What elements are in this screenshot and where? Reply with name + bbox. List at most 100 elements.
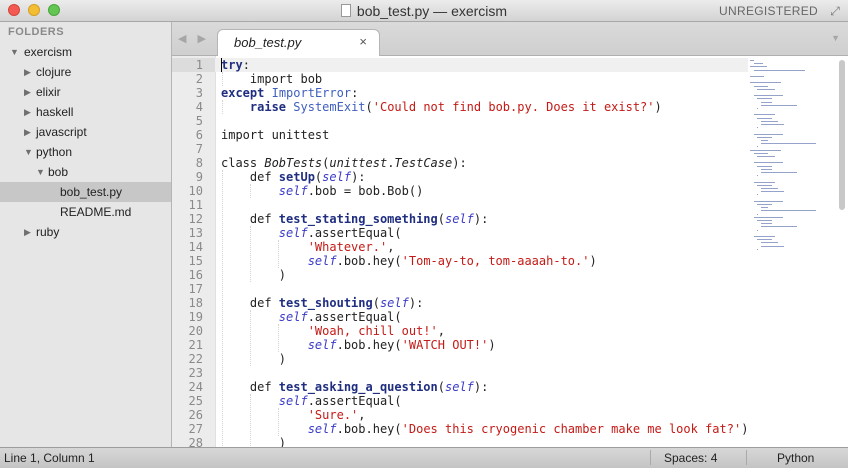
line-number: 21 (188, 338, 203, 352)
line-number: 12 (188, 212, 203, 226)
minimap-line (757, 248, 759, 250)
minimap-line (760, 120, 778, 122)
code-line[interactable]: import unittest (221, 128, 329, 142)
sidebar-item-bob[interactable]: ▼ bob (0, 162, 171, 182)
line-number: 10 (188, 184, 203, 198)
minimap-line (760, 245, 785, 247)
sidebar-item-haskell[interactable]: ▶ haskell (0, 102, 171, 122)
sidebar-item-readme[interactable]: README.md (0, 202, 171, 222)
minimap-line (757, 156, 776, 157)
minimap-line (760, 226, 797, 228)
minimap-line (750, 149, 781, 151)
line-number: 23 (188, 366, 203, 380)
sidebar-item-ruby[interactable]: ▶ ruby (0, 222, 171, 242)
disclosure-open-icon[interactable]: ▼ (36, 162, 45, 182)
minimap-line (760, 242, 778, 244)
code-line[interactable]: self.bob = bob.Bob() (221, 184, 424, 198)
fullscreen-icon[interactable]: ⤢ (828, 4, 842, 18)
minimap-line (753, 69, 805, 71)
line-number: 13 (188, 226, 203, 240)
code-line[interactable]: self.bob.hey('Tom-ay-to, tom-aaaah-to.') (221, 254, 597, 268)
disclosure-closed-icon[interactable]: ▶ (24, 222, 31, 242)
minimap-line (753, 236, 776, 237)
code-line[interactable]: def test_shouting(self): (221, 296, 423, 310)
code-line[interactable]: def test_asking_a_question(self): (221, 380, 488, 394)
minimap-line (757, 127, 759, 129)
minimap-line (757, 220, 773, 221)
disclosure-open-icon[interactable]: ▼ (24, 142, 33, 162)
minimap-line (753, 162, 784, 164)
line-number: 1 (195, 58, 203, 72)
code-line[interactable]: except ImportError: (221, 86, 358, 100)
minimap-line (757, 98, 773, 100)
tab-nav-arrows-icon[interactable]: ◀ ▶ (178, 32, 210, 45)
code-line[interactable]: self.bob.hey('WATCH OUT!') (221, 338, 496, 352)
disclosure-closed-icon[interactable]: ▶ (24, 122, 31, 142)
code-line[interactable]: self.assertEqual( (221, 394, 402, 408)
code-line[interactable]: ) (221, 436, 286, 447)
sidebar-item-clojure[interactable]: ▶ clojure (0, 62, 171, 82)
code-line[interactable]: import bob (221, 72, 322, 86)
document-icon (340, 4, 351, 17)
minimap-line (753, 133, 784, 135)
minimap-line (753, 216, 784, 218)
code-editor[interactable]: 1 2 3 4 5 6 7 8 9 10 11 12 13 14 15 16 17 18 19 20 21 22 23 24 2… (172, 56, 848, 447)
minimap-line (757, 204, 773, 205)
disclosure-open-icon[interactable]: ▼ (10, 42, 19, 62)
code-line[interactable]: self.assertEqual( (221, 310, 402, 324)
minimap-line (760, 172, 797, 173)
minimap-line (760, 207, 768, 209)
line-number: 28 (188, 436, 203, 447)
line-number: 16 (188, 268, 203, 282)
indentation-selector[interactable]: Spaces: 4 (664, 451, 717, 465)
syntax-selector[interactable]: Python (777, 451, 814, 465)
minimap-line (760, 104, 797, 106)
minimap-line (757, 184, 773, 186)
code-line[interactable]: raise SystemExit('Could not find bob.py.… (221, 100, 662, 114)
minimap-line (760, 188, 778, 189)
tab-menu-icon[interactable]: ▼ (831, 33, 840, 43)
minimap-line (753, 63, 763, 65)
minimap-line (760, 168, 772, 170)
code-line[interactable]: self.assertEqual( (221, 226, 402, 240)
sidebar-item-label: javascript (36, 125, 87, 139)
line-number: 4 (195, 100, 203, 114)
sidebar-item-label: README.md (60, 205, 132, 219)
minimap-line (750, 82, 781, 84)
line-number: 18 (188, 296, 203, 310)
sidebar-item-javascript[interactable]: ▶ javascript (0, 122, 171, 142)
minimap-line (757, 146, 759, 148)
minimap-line (753, 95, 784, 97)
sidebar-item-label: python (36, 145, 73, 159)
code-line[interactable]: 'Woah, chill out!', (221, 324, 445, 338)
line-number: 11 (188, 198, 203, 212)
minimap[interactable] (750, 56, 836, 256)
line-number: 26 (188, 408, 203, 422)
minimap-line (760, 191, 785, 193)
disclosure-closed-icon[interactable]: ▶ (24, 62, 31, 82)
folders-header: FOLDERS (8, 26, 65, 38)
minimap-line (750, 60, 754, 61)
sidebar-item-exercism[interactable]: ▼ exercism (0, 42, 171, 62)
code-line[interactable]: self.bob.hey('Does this cryogenic chambe… (221, 422, 749, 436)
current-line-highlight (172, 58, 748, 72)
minimap-line (760, 101, 772, 103)
sidebar-item-python[interactable]: ▼ python (0, 142, 171, 162)
line-number: 6 (195, 128, 203, 142)
code-line[interactable]: def test_stating_something(self): (221, 212, 488, 226)
code-line[interactable]: class BobTests(unittest.TestCase): (221, 156, 467, 170)
sidebar-item-elixir[interactable]: ▶ elixir (0, 82, 171, 102)
tab-bob-test-py[interactable]: bob_test.py × (217, 29, 380, 56)
code-line[interactable]: def setUp(self): (221, 170, 366, 184)
close-tab-icon[interactable]: × (359, 34, 367, 49)
sidebar-item-bob-test-py[interactable]: bob_test.py (0, 182, 171, 202)
minimap-line (757, 175, 759, 177)
code-line[interactable]: ) (221, 352, 286, 366)
code-line[interactable]: try: (221, 58, 250, 72)
code-line[interactable]: 'Sure.', (221, 408, 366, 422)
vertical-scrollbar[interactable] (839, 60, 845, 210)
disclosure-closed-icon[interactable]: ▶ (24, 102, 31, 122)
code-line[interactable]: 'Whatever.', (221, 240, 395, 254)
disclosure-closed-icon[interactable]: ▶ (24, 82, 31, 102)
code-line[interactable]: ) (221, 268, 286, 282)
